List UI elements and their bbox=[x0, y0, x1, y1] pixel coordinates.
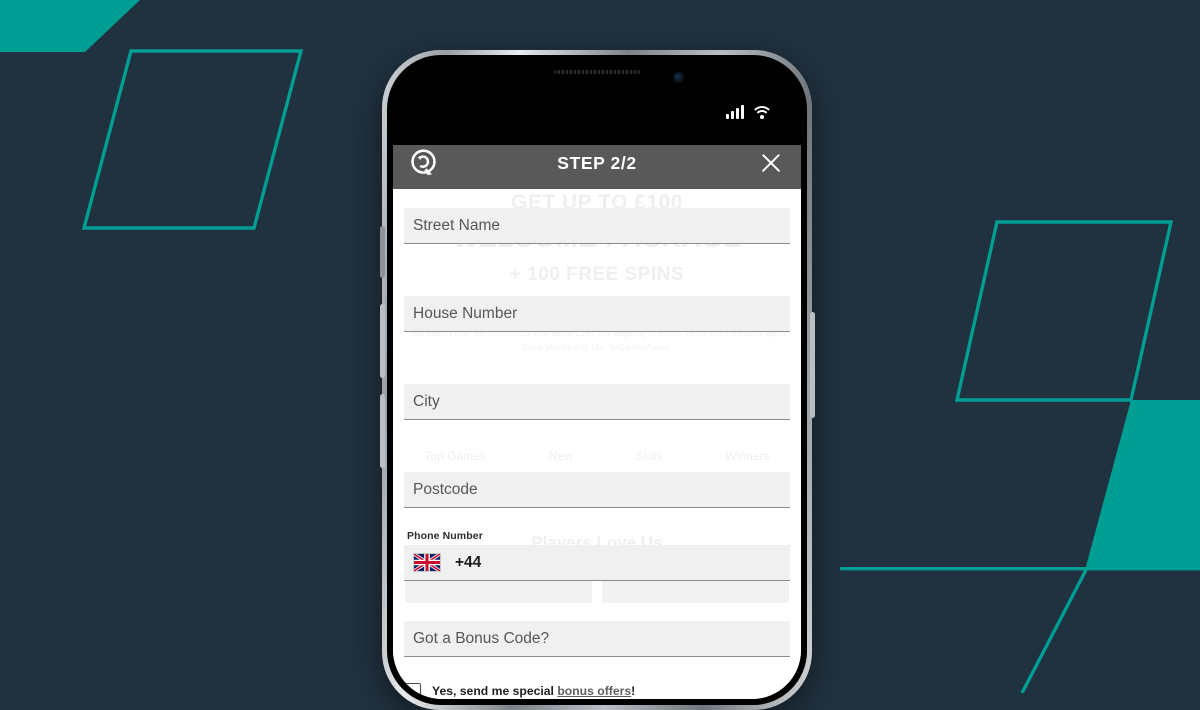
postcode-field[interactable]: Postcode bbox=[404, 472, 790, 508]
marketing-consent-pre: Yes, send me special bbox=[432, 684, 558, 699]
decor-rule-right bbox=[840, 567, 1200, 571]
dial-code: +44 bbox=[455, 553, 482, 571]
front-camera-icon bbox=[674, 73, 683, 82]
city-field[interactable]: City bbox=[404, 384, 790, 420]
page-title: STEP 2/2 bbox=[557, 152, 637, 173]
phone-number-label: Phone Number bbox=[407, 530, 483, 542]
volume-down-button[interactable] bbox=[380, 394, 385, 468]
marketing-consent-row[interactable]: Yes, send me special bonus offers! bbox=[404, 683, 790, 699]
app-viewport: Lucky Casino Login Join GET UP TO £100 W… bbox=[393, 137, 801, 699]
marketing-consent-post: ! bbox=[631, 684, 636, 699]
street-name-field[interactable]: Street Name bbox=[404, 208, 790, 244]
house-number-placeholder: House Number bbox=[413, 304, 518, 322]
power-button[interactable] bbox=[810, 312, 815, 418]
marketing-consent-checkbox[interactable] bbox=[404, 683, 421, 699]
postcode-placeholder: Postcode bbox=[413, 480, 478, 498]
volume-up-button[interactable] bbox=[380, 304, 385, 378]
phone-mockup: Lucky Casino Login Join GET UP TO £100 W… bbox=[380, 50, 815, 710]
silent-switch[interactable] bbox=[380, 226, 385, 278]
phone-number-field[interactable]: +44 bbox=[404, 545, 790, 581]
phone-bezel: Lucky Casino Login Join GET UP TO £100 W… bbox=[387, 55, 807, 705]
speaker-grille-icon bbox=[554, 70, 640, 74]
street-name-placeholder: Street Name bbox=[413, 216, 501, 234]
city-placeholder: City bbox=[413, 392, 440, 410]
bonus-code-placeholder: Got a Bonus Code? bbox=[413, 629, 550, 647]
close-icon[interactable] bbox=[755, 147, 787, 179]
house-number-field[interactable]: House Number bbox=[404, 296, 790, 332]
consent-group: Yes, send me special bonus offers! I acc… bbox=[404, 683, 790, 699]
signal-bars-icon bbox=[726, 105, 744, 119]
phone-screen: Lucky Casino Login Join GET UP TO £100 W… bbox=[393, 61, 801, 699]
uk-flag-icon[interactable] bbox=[413, 553, 441, 572]
wifi-icon bbox=[751, 105, 773, 119]
bonus-code-field[interactable]: Got a Bonus Code? bbox=[404, 621, 790, 657]
bonus-offers-link[interactable]: bonus offers bbox=[557, 684, 631, 698]
marketing-consent-label: Yes, send me special bonus offers! bbox=[432, 684, 635, 699]
registration-form: Street Name House Number City Postcode P bbox=[393, 189, 801, 699]
status-bar-icons bbox=[726, 103, 773, 119]
brand-logo-icon bbox=[411, 149, 436, 176]
